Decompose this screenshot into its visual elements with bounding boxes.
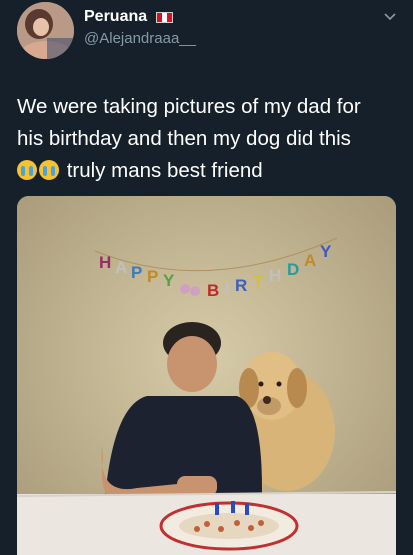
tweet-text-line: his birthday and then my dog did this xyxy=(17,127,351,150)
chevron-down-icon[interactable] xyxy=(383,12,397,22)
svg-text:T: T xyxy=(253,272,264,291)
crying-face-emoji-icon xyxy=(39,160,59,180)
user-handle[interactable]: @Alejandraaa__ xyxy=(84,30,196,47)
svg-text:B: B xyxy=(207,281,219,300)
svg-text:I: I xyxy=(225,279,230,298)
svg-text:R: R xyxy=(235,276,247,295)
avatar-image xyxy=(17,2,74,59)
svg-text:H: H xyxy=(269,266,281,285)
tweet-text-tail: truly mans best friend xyxy=(66,159,263,182)
tweet-header: Peruana @Alejandraaa__ xyxy=(0,0,413,70)
tweet-text: We were taking pictures of my dad for hi… xyxy=(17,91,402,187)
svg-text:A: A xyxy=(304,251,316,270)
svg-text:Y: Y xyxy=(163,271,175,290)
birthday-photo-image: H A P P Y B I R T H D A Y xyxy=(17,196,396,555)
peru-flag-icon xyxy=(156,12,173,23)
svg-text:P: P xyxy=(147,267,158,286)
display-name[interactable]: Peruana xyxy=(84,8,147,26)
avatar[interactable] xyxy=(17,2,74,59)
tweet-text-line: truly mans best friend xyxy=(17,155,402,187)
svg-text:D: D xyxy=(287,260,299,279)
tweet-text-line: We were taking pictures of my dad for xyxy=(17,95,361,118)
svg-text:P: P xyxy=(131,263,142,282)
svg-text:A: A xyxy=(115,258,127,277)
svg-text:Y: Y xyxy=(320,242,332,261)
svg-text:H: H xyxy=(99,253,111,272)
tweet-photo[interactable]: H A P P Y B I R T H D A Y xyxy=(17,196,396,555)
crying-face-emoji-icon xyxy=(17,160,37,180)
